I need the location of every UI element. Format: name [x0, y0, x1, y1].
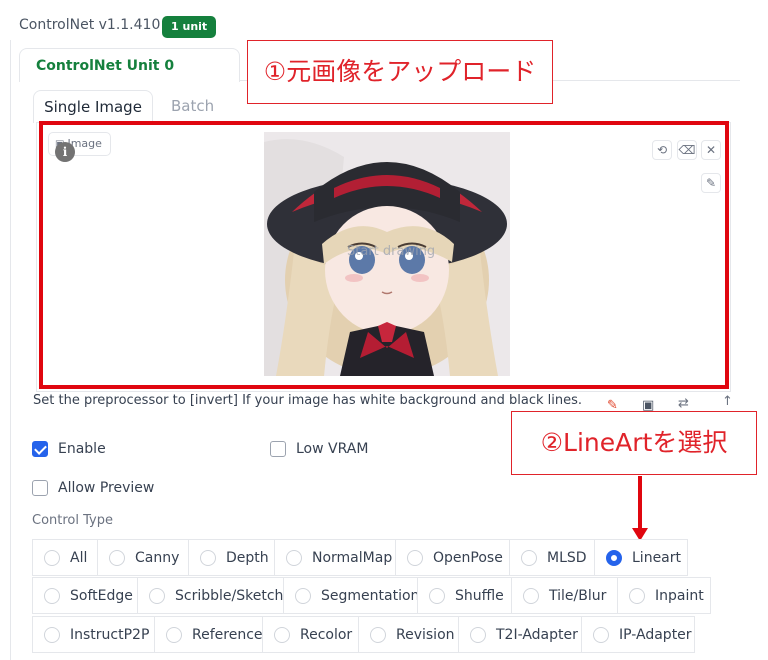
control-type-label-text: Shuffle — [455, 587, 504, 604]
control-type-label-text: MLSD — [547, 549, 587, 566]
control-type-normalmap[interactable]: NormalMap — [274, 539, 396, 576]
control-type-depth[interactable]: Depth — [188, 539, 275, 576]
tab-batch[interactable]: Batch — [171, 97, 214, 115]
control-type-label-text: Tile/Blur — [549, 587, 607, 604]
control-type-lineart[interactable]: Lineart — [594, 539, 688, 576]
radio-button[interactable] — [521, 549, 537, 566]
control-type-label-text: Depth — [226, 549, 269, 566]
control-type-t2i-adapter[interactable]: T2I-Adapter — [458, 616, 582, 653]
control-type-label-text: T2I-Adapter — [496, 626, 578, 643]
control-type-label-text: InstructP2P — [70, 626, 150, 643]
annotation-select-lineart: ②LineArtを選択 — [511, 411, 757, 475]
radio-button[interactable] — [149, 587, 165, 604]
control-type-ip-adapter[interactable]: IP-Adapter — [581, 616, 695, 653]
control-type-all[interactable]: All — [32, 539, 98, 576]
control-type-label: Control Type — [32, 513, 113, 528]
control-type-label-text: SoftEdge — [70, 587, 133, 604]
radio-button[interactable] — [295, 587, 311, 604]
control-type-revision[interactable]: Revision — [358, 616, 459, 653]
control-type-label-text: Recolor — [300, 626, 353, 643]
control-type-reference[interactable]: Reference — [154, 616, 263, 653]
radio-button[interactable] — [593, 626, 609, 643]
low-vram-label: Low VRAM — [296, 441, 369, 457]
annotation-arrow-line — [638, 476, 642, 532]
panel-border — [10, 40, 11, 660]
radio-button[interactable] — [407, 549, 423, 566]
control-type-mlsd[interactable]: MLSD — [509, 539, 595, 576]
unit-count-badge: 1 unit — [162, 16, 217, 38]
control-type-label-text: Revision — [396, 626, 455, 643]
low-vram-checkbox[interactable] — [270, 441, 286, 457]
control-type-softedge[interactable]: SoftEdge — [32, 577, 138, 614]
enable-option[interactable]: Enable — [32, 441, 106, 457]
upload-highlight-box — [39, 121, 729, 389]
control-type-recolor[interactable]: Recolor — [262, 616, 359, 653]
control-type-row-1: All Canny Depth NormalMap OpenPose MLSD … — [32, 539, 742, 576]
upload-arrow-icon[interactable]: ↑ — [722, 394, 733, 409]
radio-button[interactable] — [470, 626, 486, 643]
allow-preview-option[interactable]: Allow Preview — [32, 480, 154, 496]
control-type-canny[interactable]: Canny — [97, 539, 189, 576]
control-type-label-text: Scribble/Sketch — [175, 587, 284, 604]
radio-button[interactable] — [109, 549, 125, 566]
enable-checkbox[interactable] — [32, 441, 48, 457]
radio-button[interactable] — [44, 587, 60, 604]
control-type-label-text: NormalMap — [312, 549, 393, 566]
radio-button[interactable] — [429, 587, 445, 604]
tab-single-image[interactable]: Single Image — [33, 90, 153, 123]
allow-preview-label: Allow Preview — [58, 480, 155, 496]
enable-label: Enable — [58, 441, 106, 457]
control-type-inpaint[interactable]: Inpaint — [617, 577, 711, 614]
radio-button-selected[interactable] — [606, 549, 622, 566]
preprocessor-hint: Set the preprocessor to [invert] If your… — [33, 393, 583, 408]
allow-preview-checkbox[interactable] — [32, 480, 48, 496]
tab-controlnet-unit-0[interactable]: ControlNet Unit 0 [Lineart] — [19, 48, 240, 108]
radio-button[interactable] — [166, 626, 182, 643]
control-type-label-text: OpenPose — [433, 549, 503, 566]
radio-button[interactable] — [286, 549, 302, 566]
control-type-row-3: InstructP2P Reference Recolor Revision T… — [32, 616, 742, 653]
control-type-label-text: All — [70, 549, 88, 566]
controlnet-version-title: ControlNet v1.1.410 — [19, 17, 161, 33]
radio-button[interactable] — [629, 587, 645, 604]
radio-button[interactable] — [370, 626, 386, 643]
control-type-label-text: Canny — [135, 549, 180, 566]
radio-button[interactable] — [274, 626, 290, 643]
radio-button[interactable] — [44, 626, 60, 643]
control-type-row-2: SoftEdge Scribble/Sketch Segmentation Sh… — [32, 577, 742, 614]
control-type-label-text: Inpaint — [655, 587, 704, 604]
control-type-instructp2p[interactable]: InstructP2P — [32, 616, 155, 653]
control-type-tile-blur[interactable]: Tile/Blur — [511, 577, 618, 614]
control-type-shuffle[interactable]: Shuffle — [417, 577, 512, 614]
control-type-label-text: Reference — [192, 626, 263, 643]
low-vram-option[interactable]: Low VRAM — [270, 441, 368, 457]
control-type-label-text: Lineart — [632, 549, 681, 566]
control-type-openpose[interactable]: OpenPose — [395, 539, 510, 576]
annotation-upload-original: ①元画像をアップロード — [247, 40, 553, 104]
control-type-segmentation[interactable]: Segmentation — [283, 577, 420, 614]
control-type-label-text: IP-Adapter — [619, 626, 692, 643]
control-type-label-text: Segmentation — [321, 587, 420, 604]
radio-button[interactable] — [200, 549, 216, 566]
radio-button[interactable] — [44, 549, 60, 566]
control-type-scribble-sketch[interactable]: Scribble/Sketch — [137, 577, 284, 614]
swap-icon[interactable]: ⇄ — [678, 396, 689, 411]
radio-button[interactable] — [523, 587, 539, 604]
